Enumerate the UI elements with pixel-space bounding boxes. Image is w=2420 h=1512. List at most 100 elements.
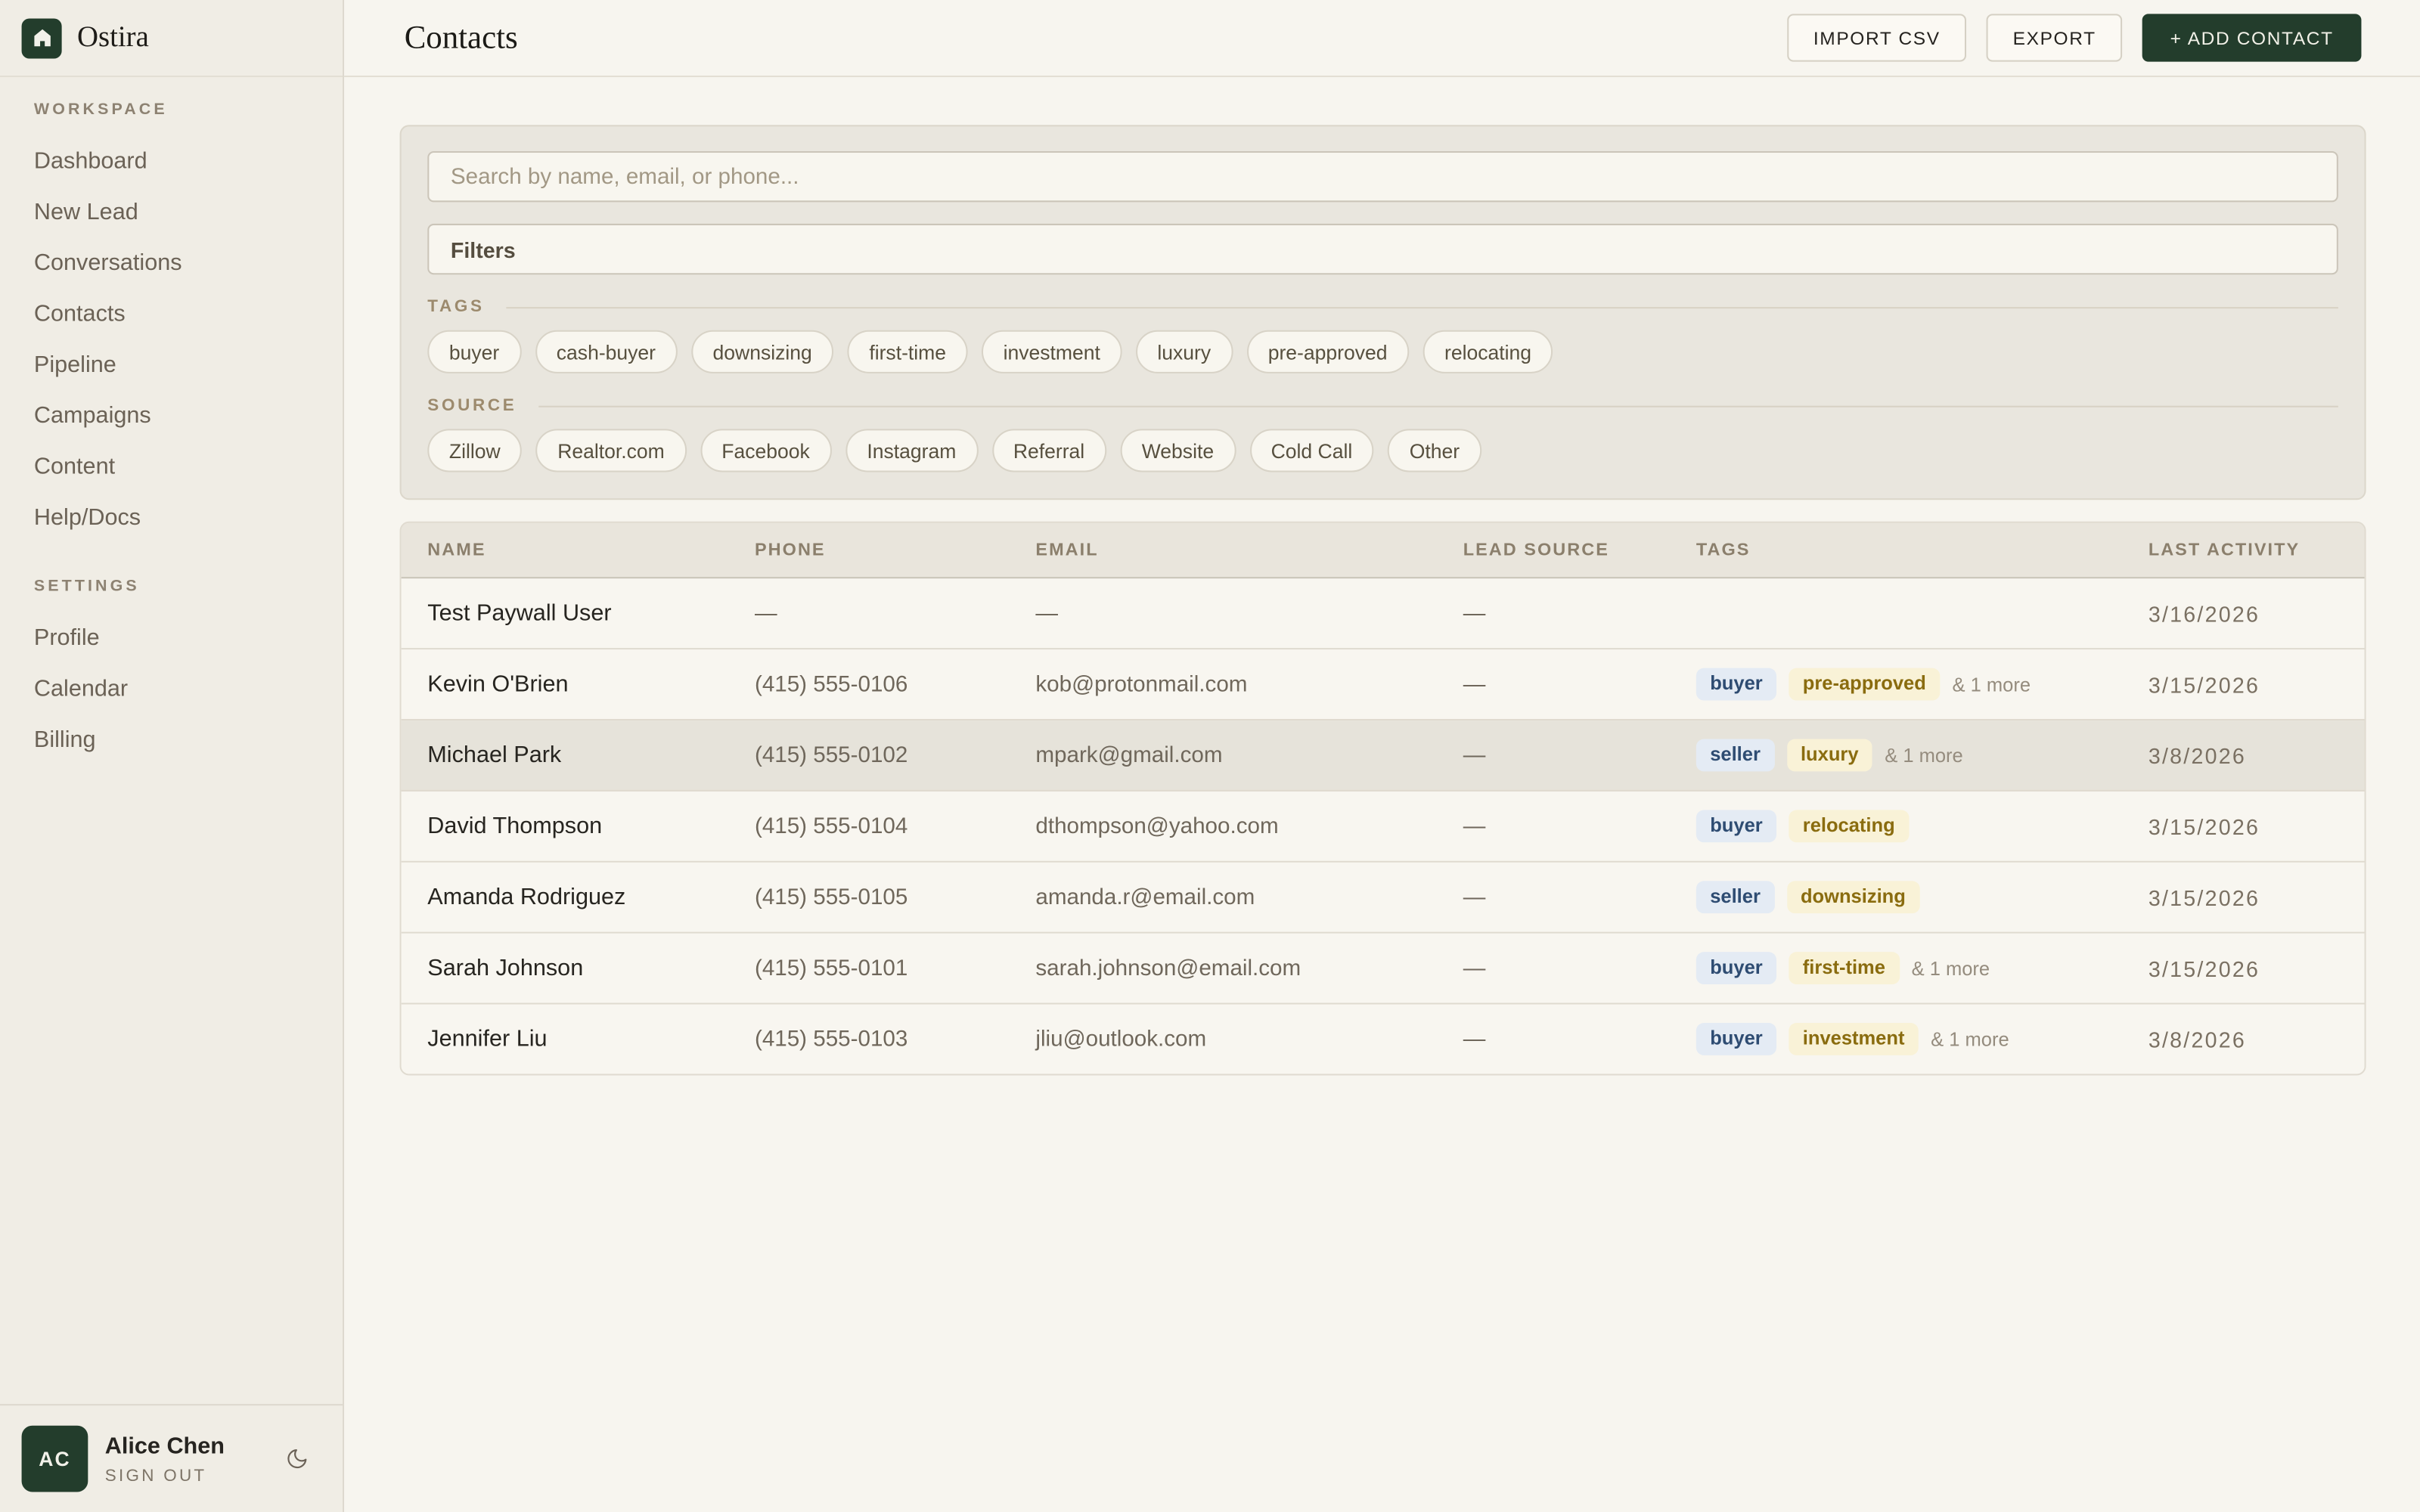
source-filter-chip-other[interactable]: Other <box>1388 429 1481 472</box>
user-meta: Alice Chen SIGN OUT <box>105 1433 225 1485</box>
cell-phone: (415) 555-0106 <box>755 672 1035 697</box>
sign-out-button[interactable]: SIGN OUT <box>105 1467 225 1485</box>
cell-email: — <box>1035 601 1463 626</box>
source-filter-chip-instagram[interactable]: Instagram <box>845 429 978 472</box>
cell-lead-source: — <box>1463 814 1696 839</box>
cell-lead-source: — <box>1463 956 1696 981</box>
tag-badge-relocating: relocating <box>1789 810 1909 842</box>
sidebar-item-conversations[interactable]: Conversations <box>34 252 309 277</box>
tag-filter-chip-investment[interactable]: investment <box>982 330 1122 373</box>
avatar: AC <box>22 1426 88 1492</box>
tag-more-count: & 1 more <box>1931 1028 2009 1050</box>
sidebar-item-contacts[interactable]: Contacts <box>34 302 309 327</box>
sidebar-item-calendar[interactable]: Calendar <box>34 677 309 702</box>
cell-tags: buyer investment & 1 more <box>1696 1024 2149 1055</box>
tag-badge-buyer: buyer <box>1696 1024 1776 1055</box>
nav-section-label-workspace: WORKSPACE <box>34 101 309 119</box>
add-contact-button[interactable]: + ADD CONTACT <box>2142 14 2362 61</box>
filter-panel: Filters TAGS buyer cash-buyer downsizing fi… <box>400 125 2366 500</box>
cell-tags: buyerfirst-time& 1 more <box>1696 953 2149 984</box>
column-header-name: NAME <box>427 541 755 559</box>
column-header-lead-source: LEAD SOURCE <box>1463 541 1696 559</box>
tag-badge-seller: seller <box>1696 881 1774 913</box>
cell-email: dthompson@yahoo.com <box>1035 814 1463 839</box>
column-header-last-activity: LAST ACTIVITY <box>2149 541 2365 559</box>
table-row[interactable]: David Thompson(415) 555-0104dthompson@ya… <box>402 792 2365 863</box>
cell-email: sarah.johnson@email.com <box>1035 956 1463 981</box>
sidebar-item-dashboard[interactable]: Dashboard <box>34 150 309 175</box>
cell-email: amanda.r@email.com <box>1035 885 1463 909</box>
sidebar-item-content[interactable]: Content <box>34 455 309 480</box>
tag-badge-investment: investment <box>1789 1024 1918 1055</box>
cell-tags: buyerrelocating <box>1696 810 2149 842</box>
search-input[interactable] <box>427 151 2338 202</box>
cell-name: Sarah Johnson <box>427 955 755 981</box>
table-row[interactable]: Kevin O'Brien(415) 555-0106kob@protonmai… <box>402 649 2365 720</box>
cell-last-activity: 3/15/2026 <box>2149 885 2365 909</box>
import-csv-button[interactable]: IMPORT CSV <box>1787 14 1966 61</box>
page-title: Contacts <box>405 18 518 57</box>
tag-filter-chip-relocating[interactable]: relocating <box>1423 330 1553 373</box>
cell-name: Test Paywall User <box>427 600 755 627</box>
tag-filter-chip-buyer[interactable]: buyer <box>427 330 521 373</box>
source-divider <box>538 405 2338 407</box>
source-filter-chip-cold-call[interactable]: Cold Call <box>1249 429 1374 472</box>
filters-bar[interactable]: Filters <box>427 224 2338 274</box>
brand-name: Ostira <box>77 21 149 55</box>
sidebar-item-new-lead[interactable]: New Lead <box>34 200 309 225</box>
table-row[interactable]: Test Paywall User———3/16/2026 <box>402 578 2365 649</box>
cell-email: kob@protonmail.com <box>1035 672 1463 697</box>
tag-badge-seller: seller <box>1696 739 1774 771</box>
sidebar-item-profile[interactable]: Profile <box>34 627 309 652</box>
tag-filter-chip-downsizing[interactable]: downsizing <box>691 330 833 373</box>
export-button[interactable]: EXPORT <box>1987 14 2122 61</box>
tag-badge-pre-approved: pre-approved <box>1789 668 1940 700</box>
table-row[interactable]: Michael Park(415) 555-0102mpark@gmail.co… <box>402 720 2365 792</box>
cell-name: Kevin O'Brien <box>427 671 755 698</box>
table-row[interactable]: Sarah Johnson(415) 555-0101sarah.johnson… <box>402 934 2365 1005</box>
source-filter-chip-zillow[interactable]: Zillow <box>427 429 522 472</box>
cell-email: jliu@outlook.com <box>1035 1027 1463 1052</box>
sidebar-item-pipeline[interactable]: Pipeline <box>34 353 309 378</box>
brand-logo <box>22 17 62 57</box>
nav-list-settings: Profile Calendar Billing <box>34 627 309 753</box>
column-header-phone: PHONE <box>755 541 1035 559</box>
tag-filter-chip-luxury[interactable]: luxury <box>1136 330 1233 373</box>
app: Ostira WORKSPACE Dashboard New Lead Convers… <box>0 0 2420 1512</box>
source-filter-chip-facebook[interactable]: Facebook <box>700 429 832 472</box>
tags-group-header: TAGS <box>427 298 2338 316</box>
cell-name: Jennifer Liu <box>427 1026 755 1052</box>
cell-phone: (415) 555-0101 <box>755 956 1035 981</box>
table-row[interactable]: Amanda Rodriguez(415) 555-0105amanda.r@e… <box>402 863 2365 934</box>
cell-lead-source: — <box>1463 601 1696 626</box>
cell-phone: — <box>755 601 1035 626</box>
source-filter-chip-referral[interactable]: Referral <box>991 429 1106 472</box>
sidebar-nav: WORKSPACE Dashboard New Lead Conversations C… <box>0 77 343 779</box>
sidebar-item-campaigns[interactable]: Campaigns <box>34 404 309 429</box>
main-area: Contacts IMPORT CSV EXPORT + ADD CONTACT… <box>344 0 2420 1512</box>
cell-last-activity: 3/15/2026 <box>2149 814 2365 839</box>
tag-badge-buyer: buyer <box>1696 668 1776 700</box>
source-filter-chip-realtor-com[interactable]: Realtor.com <box>536 429 687 472</box>
cell-last-activity: 3/8/2026 <box>2149 743 2365 768</box>
cell-name: Michael Park <box>427 742 755 769</box>
content: Filters TAGS buyer cash-buyer downsizing fi… <box>344 77 2420 1075</box>
header-actions: IMPORT CSV EXPORT + ADD CONTACT <box>1787 14 2361 61</box>
source-group-header: SOURCE <box>427 396 2338 414</box>
sidebar-item-billing[interactable]: Billing <box>34 728 309 753</box>
cell-email: mpark@gmail.com <box>1035 743 1463 768</box>
cell-phone: (415) 555-0102 <box>755 743 1035 768</box>
user-box: AC Alice Chen SIGN OUT <box>0 1404 343 1512</box>
tag-badge-buyer: buyer <box>1696 953 1776 984</box>
cell-phone: (415) 555-0105 <box>755 885 1035 909</box>
sidebar-item-help-docs[interactable]: Help/Docs <box>34 506 309 531</box>
table-header-row: NAMEPHONEEMAILLEAD SOURCETAGSLAST ACTIVI… <box>402 523 2365 578</box>
cell-lead-source: — <box>1463 743 1696 768</box>
table-row[interactable]: Jennifer Liu(415) 555-0103jliu@outlook.c… <box>402 1005 2365 1074</box>
tag-filter-chip-pre-approved[interactable]: pre-approved <box>1246 330 1409 373</box>
tag-filter-chip-cash-buyer[interactable]: cash-buyer <box>535 330 677 373</box>
source-filter-chip-website[interactable]: Website <box>1120 429 1236 472</box>
dark-mode-toggle[interactable] <box>286 1447 309 1470</box>
tag-filter-chip-first-time[interactable]: first-time <box>848 330 968 373</box>
sidebar: Ostira WORKSPACE Dashboard New Lead Convers… <box>0 0 344 1512</box>
